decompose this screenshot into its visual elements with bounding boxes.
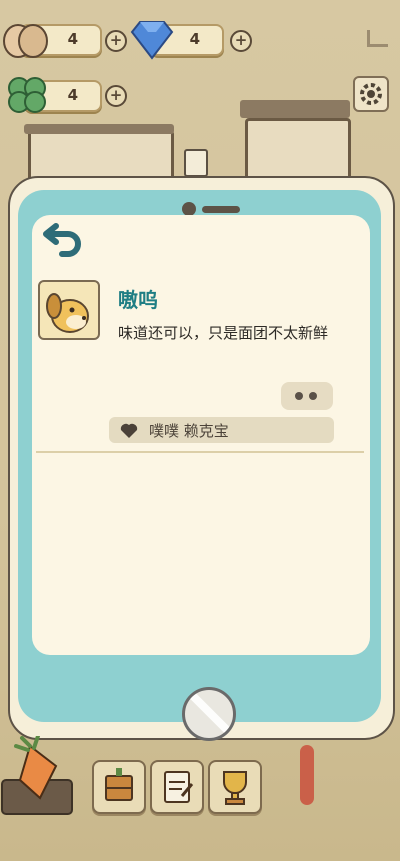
clover-count: 4 xyxy=(67,86,78,104)
carrot-farm-icon[interactable] xyxy=(0,736,84,820)
add-gem-button[interactable]: + xyxy=(230,30,252,52)
more-options-button[interactable] xyxy=(281,382,333,410)
notes-button[interactable] xyxy=(150,760,204,814)
gem-count: 4 xyxy=(189,30,200,48)
camera-dot xyxy=(182,202,196,216)
speaker-slot xyxy=(202,206,240,213)
clover-icon xyxy=(8,77,46,113)
gear-icon xyxy=(360,83,382,105)
message-text: 味道还可以，只是面团不太新鲜 xyxy=(118,324,329,342)
red-marker xyxy=(300,745,314,805)
sender-avatar xyxy=(38,280,100,340)
trophy-button[interactable] xyxy=(208,760,262,814)
likes-names: 噗噗 赖克宝 xyxy=(149,422,229,440)
dot-icon xyxy=(295,392,303,400)
egg-count: 4 xyxy=(67,30,78,48)
back-arrow-icon[interactable] xyxy=(42,220,86,260)
heart-icon xyxy=(120,423,138,438)
phone-dialog xyxy=(8,176,395,741)
gem-icon xyxy=(130,21,174,60)
phone-bezel xyxy=(18,190,381,741)
note-icon xyxy=(184,149,208,177)
home-button[interactable] xyxy=(182,687,236,741)
cabinet-button[interactable] xyxy=(92,760,146,814)
message-divider xyxy=(36,451,364,453)
clipboard-icon xyxy=(164,771,194,803)
dog-icon xyxy=(46,293,89,333)
corner-icon xyxy=(367,30,388,47)
trophy-icon xyxy=(223,771,247,805)
egg-icon xyxy=(3,24,48,58)
settings-button[interactable] xyxy=(353,76,389,112)
add-clover-button[interactable]: + xyxy=(105,85,127,107)
window-right-frame xyxy=(240,100,350,118)
cabinet-icon xyxy=(105,768,133,801)
window-left-frame xyxy=(24,124,174,134)
likes-bar: 噗噗 赖克宝 xyxy=(109,417,334,443)
add-egg-button[interactable]: + xyxy=(105,30,127,52)
dot-icon xyxy=(309,392,317,400)
sender-name: 嗷呜 xyxy=(118,288,158,312)
